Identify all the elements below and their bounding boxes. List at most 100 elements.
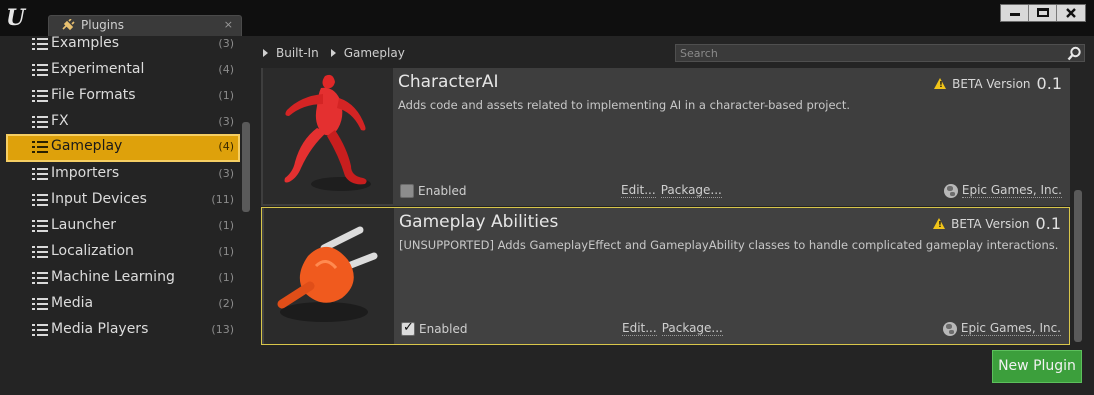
sidebar-item-count: (13) <box>211 323 234 336</box>
tab-plugins[interactable]: Plugins × <box>48 15 242 36</box>
beta-badge: ! BETA Version 0.1 <box>934 74 1062 93</box>
sidebar-item-importers[interactable]: Importers (3) <box>6 161 240 187</box>
plugin-name: CharacterAI <box>398 72 499 92</box>
sidebar-scrollbar[interactable] <box>242 122 250 212</box>
plugin-name: Gameplay Abilities <box>399 212 559 232</box>
sidebar-item-count: (4) <box>218 63 234 76</box>
breadcrumb-gameplay[interactable]: Gameplay <box>344 46 405 60</box>
enabled-checkbox[interactable]: Enabled <box>400 184 467 198</box>
tab-title: Plugins <box>81 18 124 32</box>
warning-icon: ! <box>933 218 946 229</box>
window-controls <box>1000 4 1086 22</box>
edit-link[interactable]: Edit... <box>622 322 657 336</box>
maximize-button[interactable] <box>1029 5 1057 21</box>
plugin-card-gameplay-abilities[interactable]: Gameplay Abilities [UNSUPPORTED] Adds Ga… <box>261 207 1070 345</box>
sidebar-item-label: Localization <box>51 243 134 259</box>
plugin-version: 0.1 <box>1036 74 1062 93</box>
search-input[interactable] <box>680 45 1060 61</box>
sidebar-item-label: Media Players <box>51 321 149 337</box>
search-icon[interactable] <box>1067 46 1082 61</box>
package-link[interactable]: Package... <box>660 184 722 198</box>
sidebar-item-label: Media <box>51 295 94 311</box>
list-icon <box>32 90 48 102</box>
sidebar-item-count: (1) <box>218 271 234 284</box>
edit-link[interactable]: Edit... <box>621 184 656 198</box>
plugin-description: [UNSUPPORTED] Adds GameplayEffect and Ga… <box>399 238 1059 252</box>
plugin-version: 0.1 <box>1035 214 1061 233</box>
sidebar-item-count: (1) <box>218 89 234 102</box>
plug-icon <box>277 226 378 322</box>
sidebar-item-fx[interactable]: FX (3) <box>6 109 240 135</box>
minimize-icon <box>1010 13 1020 16</box>
list-icon <box>32 194 48 206</box>
list-icon <box>32 168 48 180</box>
beta-badge: ! BETA Version 0.1 <box>933 214 1061 233</box>
plugin-description: Adds code and assets related to implemen… <box>398 98 851 112</box>
list-icon <box>32 298 48 310</box>
enabled-label: Enabled <box>419 322 468 336</box>
plugin-actions: Edit... Package... <box>622 322 728 336</box>
sidebar-item-count: (2) <box>218 297 234 310</box>
list-icon <box>32 324 48 336</box>
vendor-name: Epic Games, Inc. <box>961 183 1062 198</box>
sidebar-item-file-formats[interactable]: File Formats (1) <box>6 83 240 109</box>
category-sidebar: Examples (3) Experimental (4) File Forma… <box>0 36 253 345</box>
maximize-icon <box>1037 8 1049 17</box>
vendor-link[interactable]: Epic Games, Inc. <box>942 321 1061 336</box>
plug-icon <box>62 19 75 31</box>
sidebar-item-media-players[interactable]: Media Players (13) <box>6 317 240 343</box>
chevron-right-icon <box>330 49 336 57</box>
minimize-button[interactable] <box>1001 5 1029 21</box>
sidebar-item-count: (1) <box>218 245 234 258</box>
sidebar-item-label: Launcher <box>51 217 117 233</box>
vendor-name: Epic Games, Inc. <box>960 321 1061 336</box>
enabled-checkbox[interactable]: Enabled <box>401 320 468 336</box>
sidebar-item-label: Importers <box>51 165 120 181</box>
sidebar-item-launcher[interactable]: Launcher (1) <box>6 213 240 239</box>
sidebar-item-label: Input Devices <box>51 191 147 207</box>
sidebar-item-count: (3) <box>218 37 234 50</box>
sidebar-item-examples[interactable]: Examples (3) <box>6 36 240 57</box>
tab-close-icon[interactable]: × <box>224 18 233 31</box>
sidebar-item-label: Experimental <box>51 61 145 77</box>
close-button[interactable] <box>1057 5 1085 21</box>
list-icon <box>32 141 48 153</box>
sidebar-item-count: (3) <box>218 115 234 128</box>
list-icon <box>32 272 48 284</box>
plugin-actions: Edit... Package... <box>621 184 727 198</box>
sidebar-item-label: FX <box>51 113 69 129</box>
breadcrumb: Built-In Gameplay <box>263 44 417 62</box>
globe-icon <box>942 322 957 336</box>
sidebar-item-input-devices[interactable]: Input Devices (11) <box>6 187 240 213</box>
beta-label: BETA Version <box>952 76 1031 91</box>
plugin-thumbnail <box>263 68 393 204</box>
sidebar-item-count: (1) <box>218 219 234 232</box>
sidebar-item-experimental[interactable]: Experimental (4) <box>6 57 240 83</box>
plugins-window: Examples (3) Experimental (4) File Forma… <box>0 36 1094 395</box>
plugin-card-characterai[interactable]: CharacterAI Adds code and assets related… <box>261 68 1070 206</box>
globe-icon <box>943 184 958 198</box>
sidebar-item-machine-learning[interactable]: Machine Learning (1) <box>6 265 240 291</box>
new-plugin-button[interactable]: New Plugin <box>992 350 1082 383</box>
checkbox-icon <box>401 320 415 336</box>
plugin-list-scrollbar[interactable] <box>1074 190 1082 342</box>
enabled-label: Enabled <box>418 184 467 198</box>
list-icon <box>32 220 48 232</box>
sidebar-item-label: Machine Learning <box>51 269 175 285</box>
list-icon <box>32 64 48 76</box>
sidebar-item-count: (11) <box>211 193 234 206</box>
list-icon <box>32 116 48 128</box>
vendor-link[interactable]: Epic Games, Inc. <box>943 183 1062 198</box>
package-link[interactable]: Package... <box>661 322 723 336</box>
sidebar-item-count: (4) <box>218 140 234 153</box>
list-icon <box>32 246 48 258</box>
unreal-logo-icon[interactable]: U <box>6 6 30 32</box>
search-box <box>675 44 1085 62</box>
sidebar-item-label: File Formats <box>51 87 136 103</box>
sidebar-item-gameplay[interactable]: Gameplay (4) <box>6 134 240 162</box>
sidebar-item-media[interactable]: Media (2) <box>6 291 240 317</box>
breadcrumb-built-in[interactable]: Built-In <box>276 46 319 60</box>
plugin-thumbnail <box>264 208 394 344</box>
plugin-list: CharacterAI Adds code and assets related… <box>261 68 1072 346</box>
sidebar-item-localization[interactable]: Localization (1) <box>6 239 240 265</box>
